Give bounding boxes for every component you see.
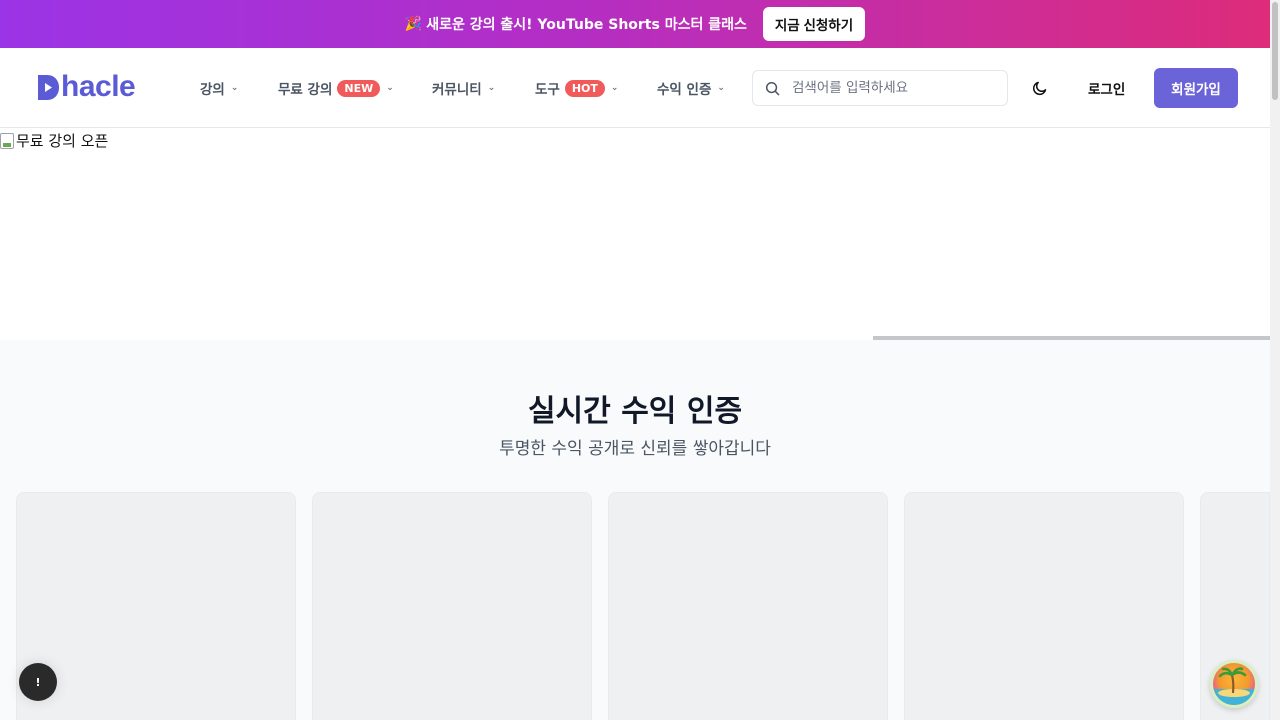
logo-wordmark: hacle [61, 70, 136, 103]
signup-button[interactable]: 회원가입 [1154, 68, 1238, 108]
new-badge: NEW [337, 79, 381, 97]
nav-tools[interactable]: 도구 HOT ⌄ [535, 76, 618, 100]
nav-label: 수익 인증 [657, 82, 712, 98]
palm-tree-icon [1213, 667, 1255, 705]
nav-community[interactable]: 커뮤니티 ⌄ [432, 76, 495, 100]
moon-icon [1032, 81, 1047, 96]
nav-label: 도구 [535, 82, 560, 98]
hot-badge: HOT [564, 79, 605, 97]
revenue-card[interactable] [904, 492, 1184, 720]
nav-label: 커뮤니티 [432, 82, 482, 98]
chevron-down-icon: ⌄ [386, 83, 394, 93]
login-button[interactable]: 로그인 [1078, 76, 1135, 100]
hero-banner[interactable]: 무료 강의 오픈 [0, 128, 1270, 340]
revenue-card[interactable] [312, 492, 592, 720]
chevron-down-icon: ⌄ [610, 83, 619, 93]
chevron-down-icon: ⌄ [487, 83, 496, 93]
chevron-down-icon: ⌄ [230, 83, 239, 93]
broken-image-icon [0, 132, 14, 149]
revenue-card[interactable] [608, 492, 888, 720]
section-subtitle: 투명한 수익 공개로 신뢰를 쌓아갑니다 [499, 439, 771, 459]
nav-free-lectures[interactable]: 무료 강의 NEW ⌄ [278, 76, 394, 100]
hero-image: 무료 강의 오픈 [0, 130, 108, 151]
nav-label: 강의 [200, 82, 225, 98]
nav-lectures[interactable]: 강의 ⌄ [200, 76, 238, 100]
promo-message: 새로운 강의 출시! YouTube Shorts 마스터 클래스 [426, 17, 747, 33]
search-input[interactable] [792, 80, 992, 96]
logo[interactable]: hacle [36, 70, 136, 103]
promo-banner: 🎉 새로운 강의 출시! YouTube Shorts 마스터 클래스 지금 신… [0, 0, 1270, 48]
party-popper-icon: 🎉 [404, 16, 423, 32]
promo-apply-button[interactable]: 지금 신청하기 [762, 7, 866, 41]
page-scrollbar[interactable] [1270, 0, 1280, 720]
nav-label: 무료 강의 [278, 82, 333, 98]
logo-mark-icon [38, 74, 59, 100]
nav-revenue-proof[interactable]: 수익 인증 ⌄ [657, 76, 725, 100]
revenue-proof-section: 실시간 수익 인증 투명한 수익 공개로 신뢰를 쌓아갑니다 [0, 340, 1270, 720]
search-box[interactable] [752, 70, 1008, 106]
chat-float-button[interactable] [1210, 660, 1258, 708]
search-icon [765, 81, 780, 95]
promo-text-wrap: 🎉 새로운 강의 출시! YouTube Shorts 마스터 클래스 [405, 14, 747, 34]
notice-float-button[interactable]: ! [19, 663, 57, 701]
revenue-card[interactable] [16, 492, 296, 720]
section-title: 실시간 수익 인증 [527, 394, 743, 429]
chevron-down-icon: ⌄ [717, 83, 725, 93]
scrollbar-thumb[interactable] [1272, 2, 1278, 100]
hero-image-alt: 무료 강의 오픈 [16, 132, 109, 150]
site-header: hacle 강의 ⌄ 무료 강의 NEW ⌄ 커뮤니티 ⌄ 도구 HOT ⌄ 수… [0, 48, 1270, 128]
theme-toggle-button[interactable] [1026, 74, 1054, 102]
